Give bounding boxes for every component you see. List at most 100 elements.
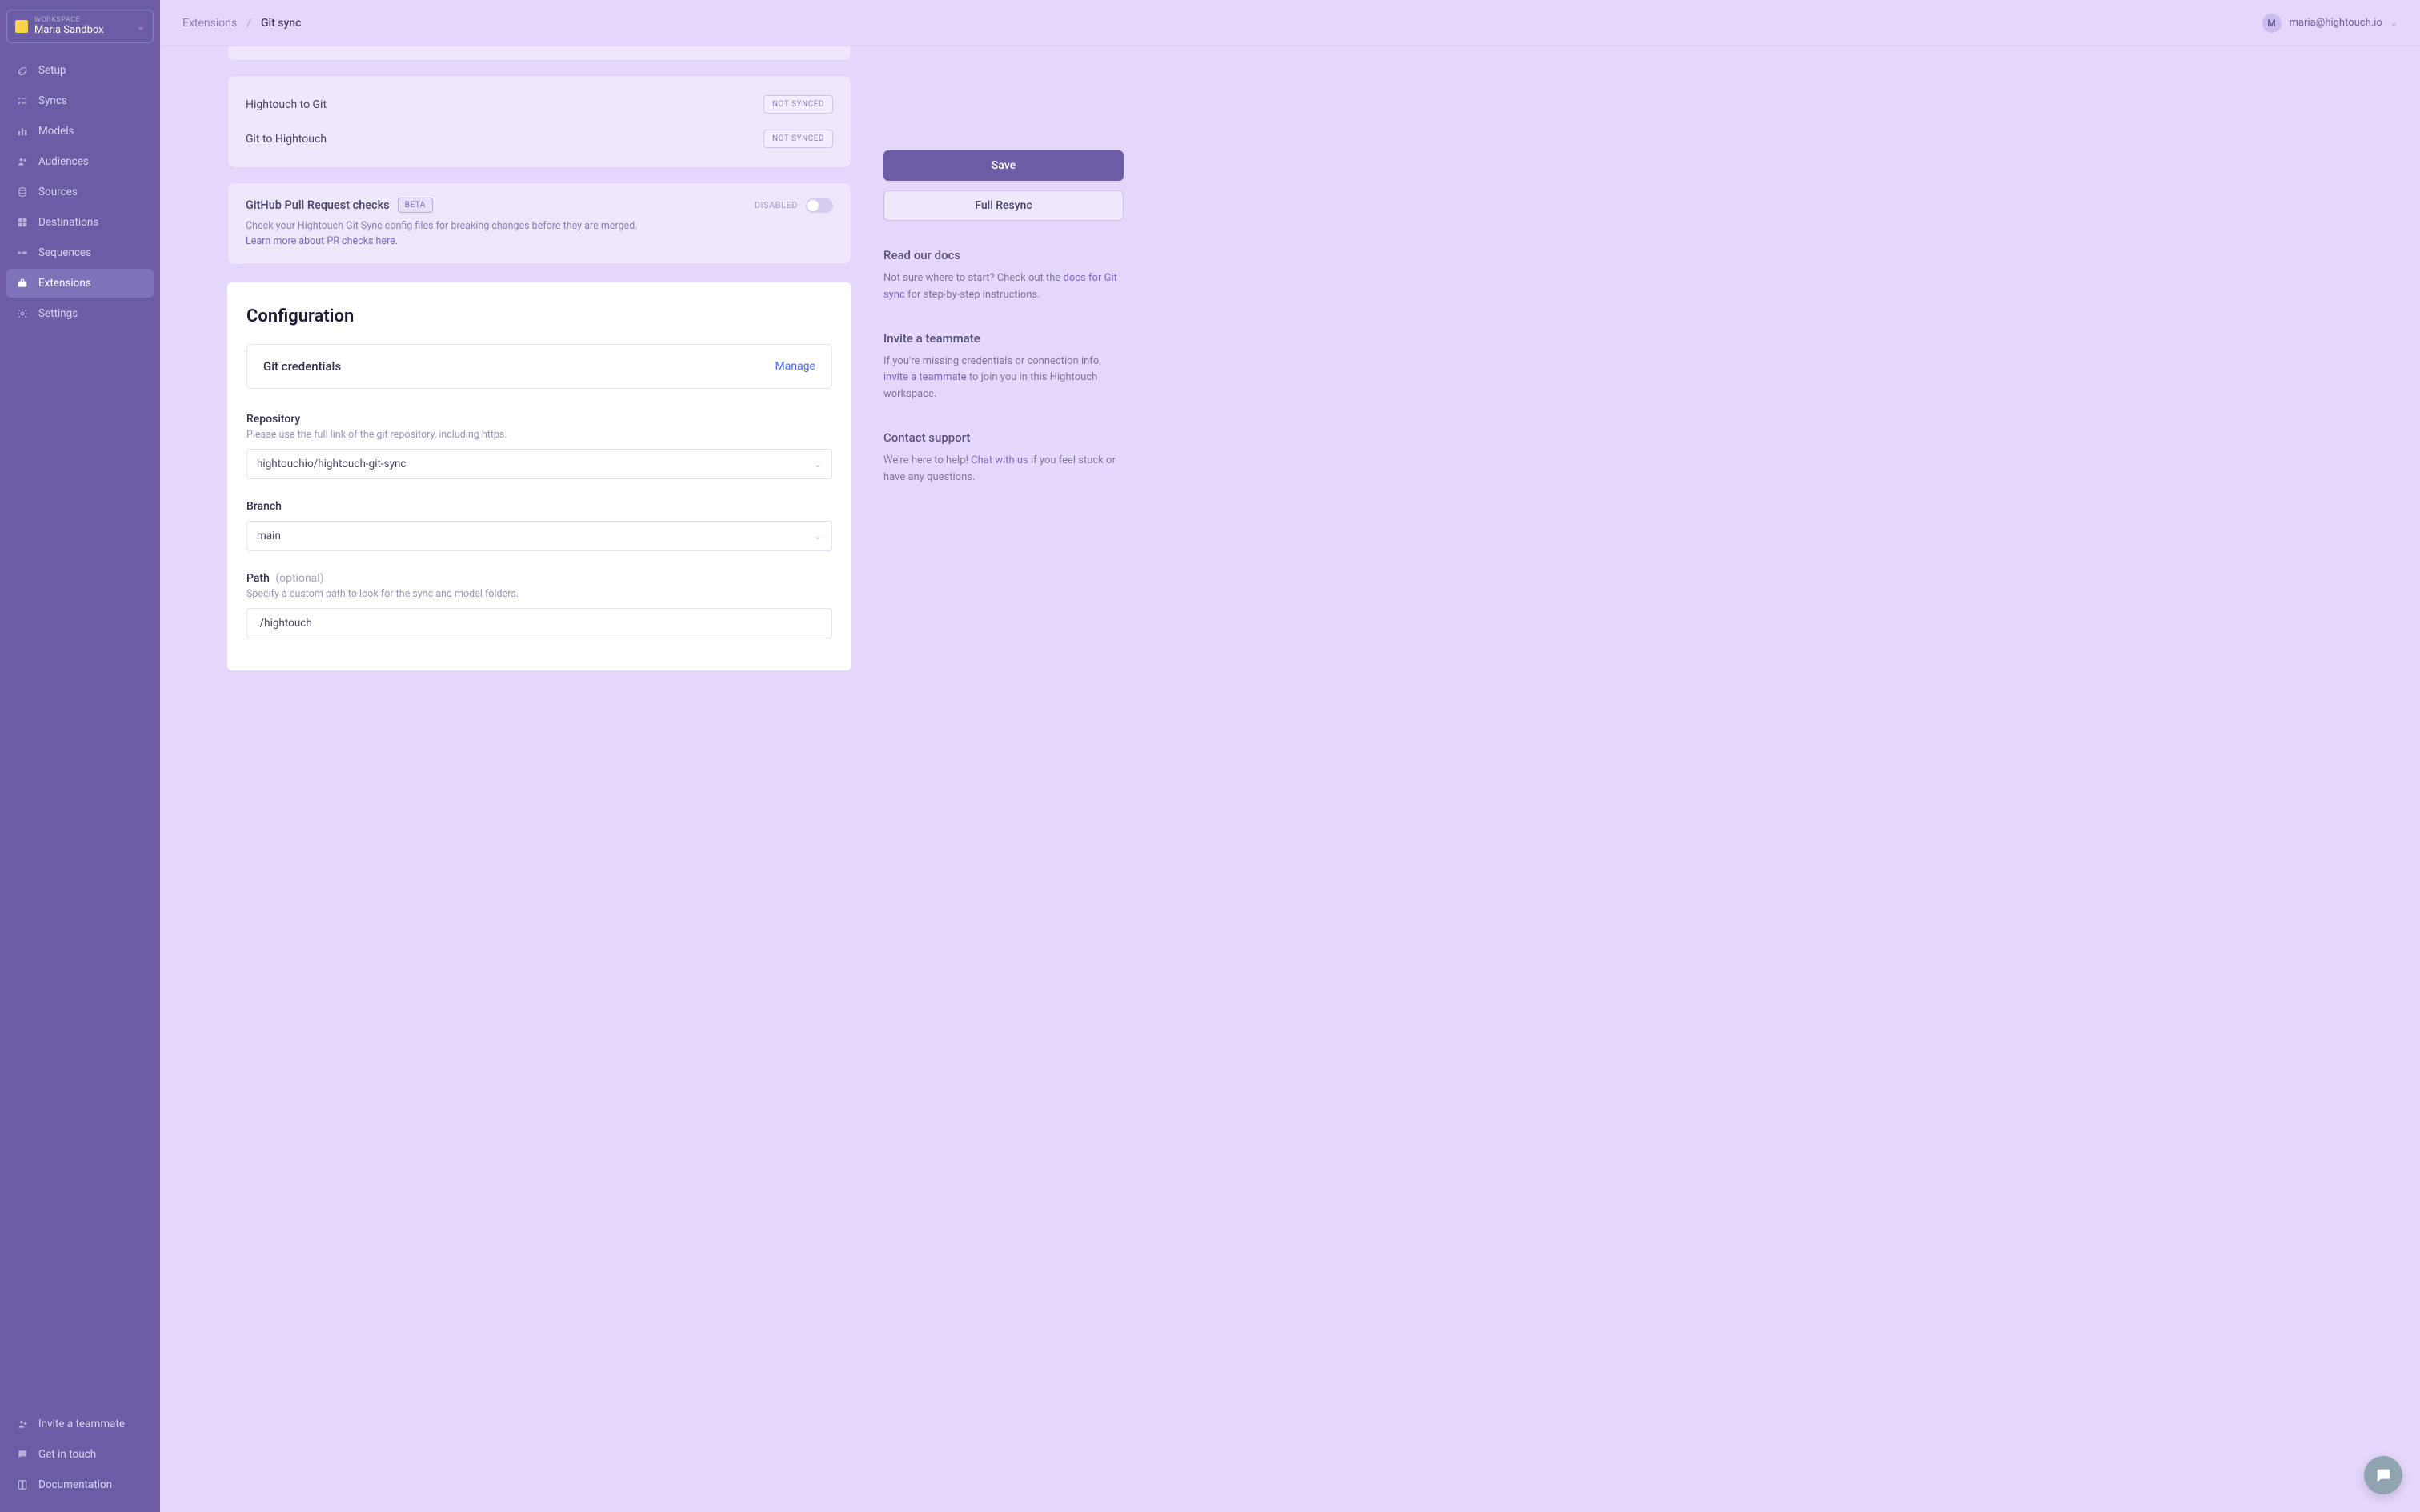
pr-checks-card: GitHub Pull Request checks BETA DISABLED… [227, 182, 851, 265]
chat-bubble-button[interactable] [2364, 1456, 2402, 1494]
field-label: Branch [246, 500, 832, 513]
sidebar-item-sources[interactable]: Sources [6, 178, 154, 206]
chevron-down-icon: ⌄ [137, 21, 145, 32]
sidebar-item-syncs[interactable]: Syncs [6, 86, 154, 115]
select-value: hightouchio/hightouch-git-sync [257, 458, 407, 470]
rocket-icon [16, 65, 29, 76]
workspace-selector[interactable]: WORKSPACE Maria Sandbox ⌄ [6, 10, 154, 43]
chat-icon [16, 1449, 29, 1460]
nav-label: Settings [38, 307, 78, 320]
section-text: If you're missing credentials or connect… [883, 354, 1124, 403]
primary-nav: Setup Syncs Models Audiences Sources [6, 56, 154, 328]
sidebar-item-documentation[interactable]: Documentation [6, 1470, 154, 1499]
card-remnant [227, 46, 851, 61]
sync-status-card: Hightouch to Git NOT SYNCED Git to Hight… [227, 75, 851, 168]
topbar: Extensions / Git sync M maria@hightouch.… [160, 0, 2420, 46]
sidebar-item-audiences[interactable]: Audiences [6, 147, 154, 176]
sidebar-item-models[interactable]: Models [6, 117, 154, 146]
save-button[interactable]: Save [883, 150, 1124, 181]
nav-label: Syncs [38, 94, 67, 107]
breadcrumb-sep: / [246, 17, 251, 30]
branch-field: Branch main ⌄ [246, 500, 832, 551]
full-resync-button[interactable]: Full Resync [883, 190, 1124, 221]
user-plus-icon [16, 1418, 29, 1430]
book-icon [16, 1479, 29, 1490]
nav-label: Destinations [38, 216, 98, 229]
field-label: Repository [246, 413, 832, 426]
sync-row-h2g: Hightouch to Git NOT SYNCED [246, 90, 833, 118]
field-label: Path (optional) [246, 572, 832, 585]
nav-label: Extensions [38, 277, 91, 290]
invite-link[interactable]: invite a teammate [883, 371, 967, 383]
config-panel: Configuration Git credentials Manage Rep… [227, 282, 851, 670]
nav-label: Documentation [38, 1478, 112, 1491]
sidebar-item-extensions[interactable]: Extensions [6, 269, 154, 298]
breadcrumb-prev[interactable]: Extensions [182, 17, 237, 30]
field-help: Please use the full link of the git repo… [246, 429, 832, 441]
chevron-down-icon: ⌄ [2390, 18, 2398, 28]
sync-row-g2h: Git to Hightouch NOT SYNCED [246, 125, 833, 153]
pr-checks-learn-more-link[interactable]: Learn more about PR checks here. [246, 235, 398, 247]
toggle-state-label: DISABLED [755, 200, 798, 210]
path-input[interactable] [246, 608, 832, 638]
database-icon [16, 186, 29, 198]
section-title: Contact support [883, 430, 1124, 445]
section-title: Read our docs [883, 248, 1124, 262]
docs-section: Read our docs Not sure where to start? C… [883, 248, 1124, 304]
user-menu[interactable]: M maria@hightouch.io ⌄ [2262, 14, 2398, 33]
chat-link[interactable]: Chat with us [971, 454, 1028, 466]
sidebar-bottom: Invite a teammate Get in touch Documenta… [6, 1410, 154, 1499]
sidebar-item-destinations[interactable]: Destinations [6, 208, 154, 237]
section-title: Invite a teammate [883, 331, 1124, 346]
repository-select[interactable]: hightouchio/hightouch-git-sync ⌄ [246, 449, 832, 479]
sidebar-item-settings[interactable]: Settings [6, 299, 154, 328]
git-credentials-label: Git credentials [263, 359, 341, 374]
path-field: Path (optional) Specify a custom path to… [246, 572, 832, 638]
nav-label: Audiences [38, 155, 89, 168]
nav-label: Invite a teammate [38, 1418, 125, 1430]
sidebar-item-getintouch[interactable]: Get in touch [6, 1440, 154, 1469]
user-email: maria@hightouch.io [2290, 17, 2382, 29]
chart-bar-icon [16, 126, 29, 137]
nav-label: Models [38, 125, 74, 138]
support-section: Contact support We're here to help! Chat… [883, 430, 1124, 486]
repository-field: Repository Please use the full link of t… [246, 413, 832, 479]
syncs-icon [16, 95, 29, 106]
section-text: Not sure where to start? Check out the d… [883, 270, 1124, 304]
content: Hightouch to Git NOT SYNCED Git to Hight… [160, 46, 2420, 1512]
chevron-down-icon: ⌄ [814, 530, 822, 542]
status-badge: NOT SYNCED [763, 130, 833, 148]
nav-label: Get in touch [38, 1448, 96, 1461]
people-icon [16, 156, 29, 167]
section-text: We're here to help! Chat with us if you … [883, 453, 1124, 486]
chat-icon [2374, 1466, 2392, 1484]
breadcrumb: Extensions / Git sync [182, 17, 301, 30]
nav-label: Setup [38, 64, 66, 77]
right-column: Save Full Resync Read our docs Not sure … [883, 46, 1124, 486]
beta-badge: BETA [398, 198, 433, 213]
config-title: Configuration [246, 306, 832, 326]
sidebar-item-setup[interactable]: Setup [6, 56, 154, 85]
pr-checks-desc: Check your Hightouch Git Sync config fil… [246, 219, 833, 250]
flow-icon [16, 247, 29, 258]
git-credentials-box: Git credentials Manage [246, 344, 832, 389]
workspace-name: Maria Sandbox [34, 25, 130, 36]
toolbox-icon [16, 278, 29, 289]
pr-checks-toggle[interactable] [806, 198, 833, 213]
avatar: M [2262, 14, 2282, 33]
sync-label: Git to Hightouch [246, 133, 327, 146]
chevron-down-icon: ⌄ [814, 458, 822, 470]
nav-label: Sources [38, 186, 78, 198]
nav-label: Sequences [38, 246, 91, 259]
select-value: main [257, 530, 281, 542]
main: Extensions / Git sync M maria@hightouch.… [160, 0, 2420, 1512]
center-column: Hightouch to Git NOT SYNCED Git to Hight… [227, 46, 851, 670]
branch-select[interactable]: main ⌄ [246, 521, 832, 551]
sidebar-item-sequences[interactable]: Sequences [6, 238, 154, 267]
field-optional: (optional) [275, 572, 323, 585]
sidebar-item-invite[interactable]: Invite a teammate [6, 1410, 154, 1438]
pr-checks-title: GitHub Pull Request checks [246, 198, 390, 212]
field-help: Specify a custom path to look for the sy… [246, 588, 832, 600]
manage-credentials-link[interactable]: Manage [775, 360, 815, 373]
status-badge: NOT SYNCED [763, 95, 833, 114]
